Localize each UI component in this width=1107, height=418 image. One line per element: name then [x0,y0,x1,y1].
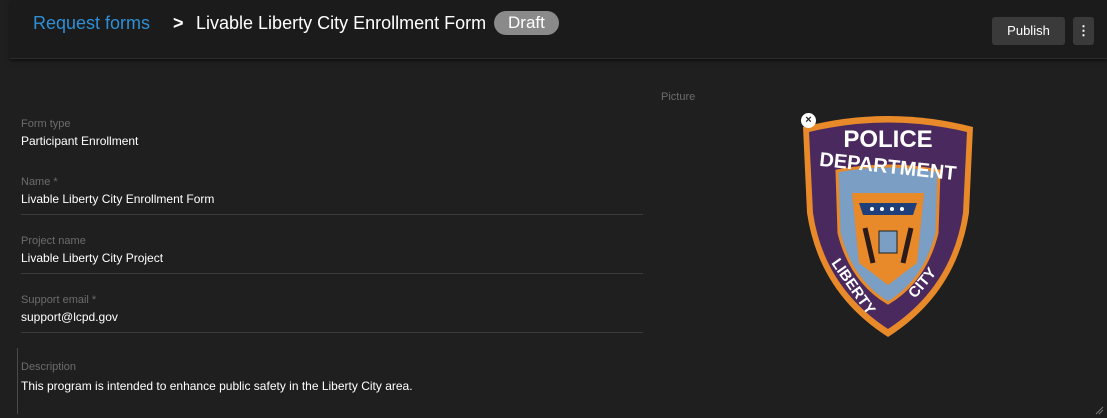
police-logo-image: POLICE DEPARTMENT LIBERTY CITY [797,113,979,339]
support-email-input[interactable]: support@lcpd.gov [21,310,643,324]
picture-label: Picture [661,91,696,103]
support-email-label: Support email * [21,294,97,306]
name-field[interactable]: Name * Livable Liberty City Enrollment F… [21,176,643,215]
publish-button[interactable]: Publish [992,17,1065,45]
form-type-label: Form type [21,118,71,130]
breadcrumb-request-forms[interactable]: Request forms [33,13,150,34]
remove-picture-icon[interactable]: × [801,113,816,128]
support-email-field[interactable]: Support email * support@lcpd.gov [21,294,643,333]
logo-text-police: POLICE [843,126,932,153]
description-border [17,348,18,414]
name-input[interactable]: Livable Liberty City Enrollment Form [21,192,643,206]
description-label: Description [21,361,77,373]
more-vert-icon[interactable]: ⋮ [1073,17,1094,45]
status-badge: Draft [494,11,559,35]
name-label: Name * [21,176,58,188]
project-name-input[interactable]: Livable Liberty City Project [21,251,643,265]
form-type-value: Participant Enrollment [21,134,139,148]
project-name-field[interactable]: Project name Livable Liberty City Projec… [21,235,643,274]
breadcrumb-separator: > [173,13,184,33]
resize-handle-icon[interactable] [1094,405,1104,415]
description-field[interactable]: Description This program is intended to … [17,348,1103,414]
page-title: Livable Liberty City Enrollment Form [196,13,487,33]
form-type-field: Form type Participant Enrollment [21,118,643,148]
description-textarea[interactable]: This program is intended to enhance publ… [21,379,413,393]
project-name-label: Project name [21,235,86,247]
header-bar: Request forms > Livable Liberty City Enr… [10,0,1107,59]
